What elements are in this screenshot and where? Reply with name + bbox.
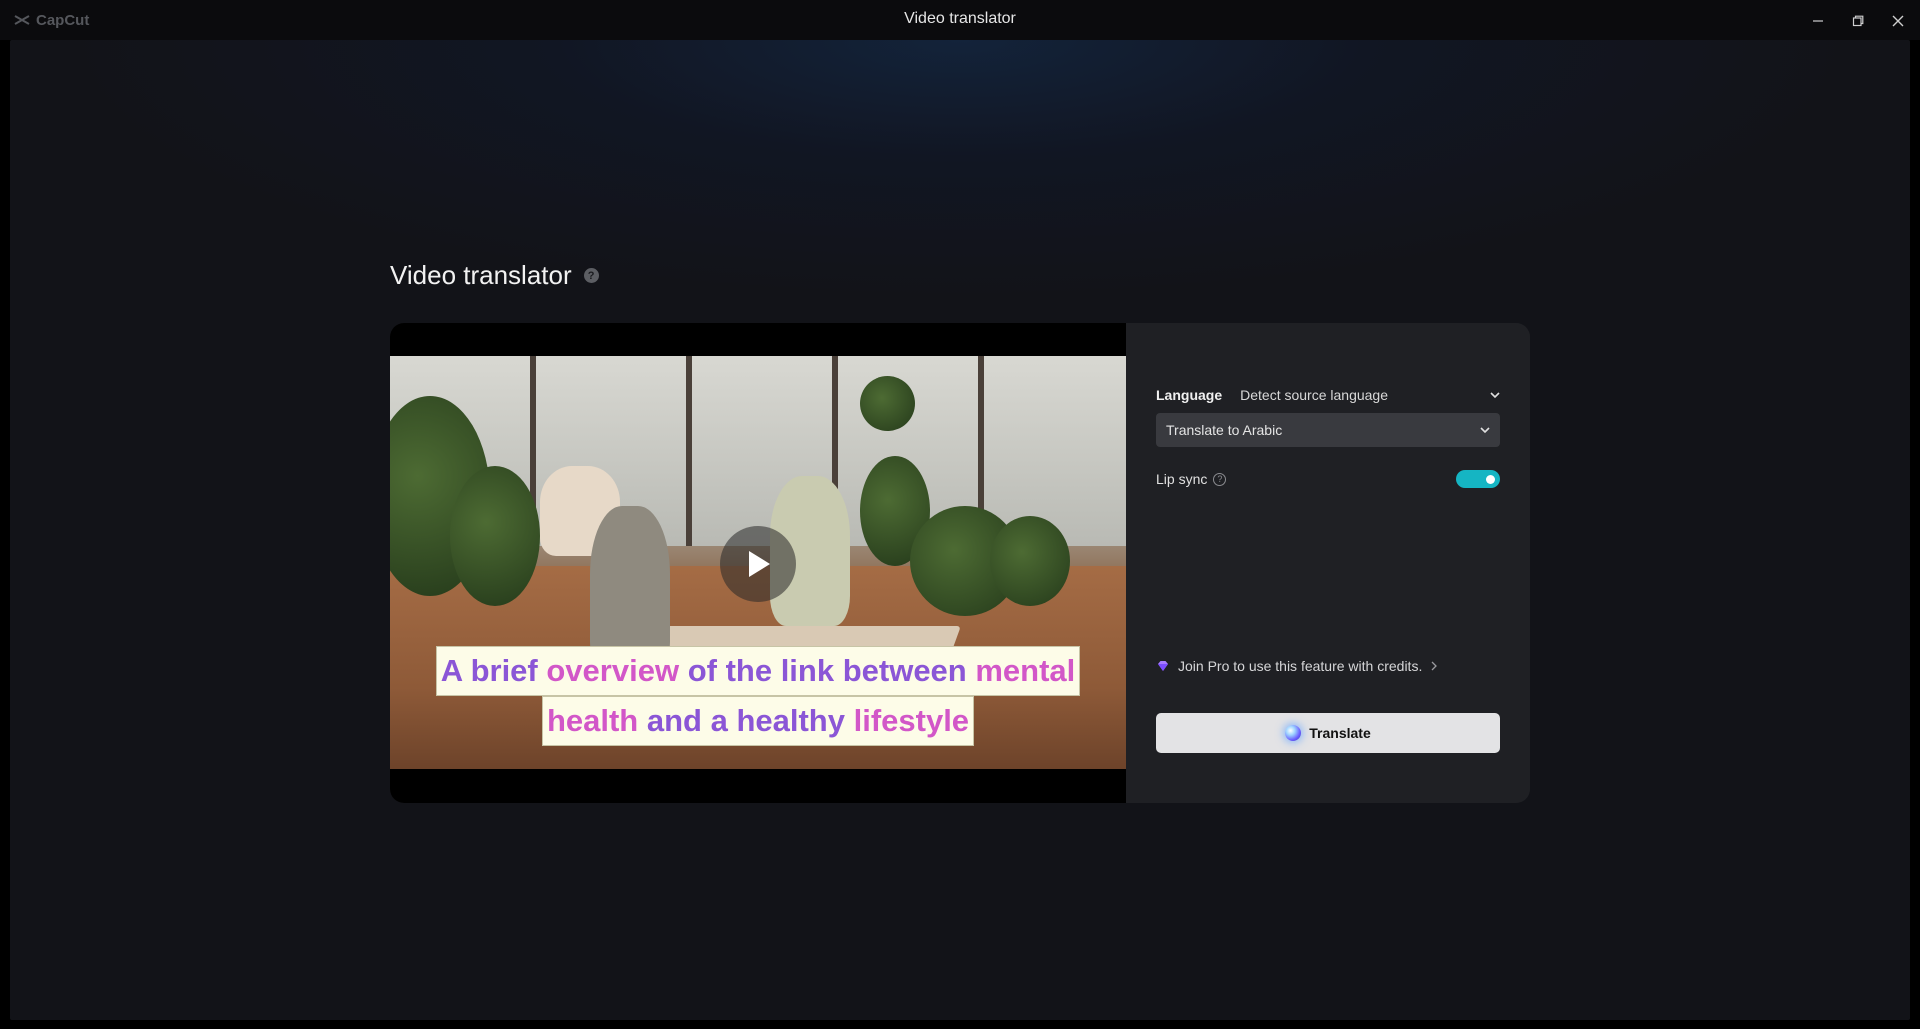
maximize-button[interactable]: [1845, 8, 1871, 34]
caption-word: mental: [975, 653, 1076, 688]
lip-sync-label: Lip sync: [1156, 471, 1208, 487]
language-row: Language Detect source language: [1156, 383, 1500, 407]
caption-line-1: A brief overview of the link between men…: [435, 646, 1081, 696]
maximize-icon: [1852, 15, 1864, 27]
target-language-value: Translate to Arabic: [1166, 422, 1283, 438]
scene-plant: [860, 376, 915, 431]
scene-plant: [990, 516, 1070, 606]
play-button[interactable]: [720, 526, 796, 602]
caption-line-2: health and a healthy lifestyle: [541, 696, 975, 746]
page-title: Video translator: [390, 260, 572, 290]
help-icon[interactable]: ?: [583, 268, 599, 283]
play-icon: [749, 551, 770, 577]
target-language-select[interactable]: Translate to Arabic: [1156, 413, 1500, 447]
caption-word: lifestyle: [853, 703, 970, 738]
close-button[interactable]: [1885, 8, 1911, 34]
caption-word: of the link between: [687, 653, 967, 688]
join-pro-text: Join Pro to use this feature with credit…: [1178, 658, 1423, 674]
video-thumbnail: A brief overview of the link between men…: [390, 356, 1126, 769]
chevron-right-icon: [1431, 661, 1438, 671]
ai-orb-icon: [1285, 725, 1302, 741]
settings-panel: Language Detect source language Translat…: [1126, 323, 1530, 803]
close-icon: [1892, 15, 1904, 27]
lip-sync-toggle[interactable]: [1456, 470, 1500, 488]
gem-icon: [1158, 661, 1168, 671]
minimize-button[interactable]: [1805, 8, 1831, 34]
caption-word: A brief: [440, 653, 538, 688]
source-language-select[interactable]: Detect source language: [1240, 387, 1490, 403]
page-header: Video translator ?: [390, 260, 599, 291]
info-icon[interactable]: ?: [1213, 472, 1227, 486]
translator-card: A brief overview of the link between men…: [390, 323, 1530, 803]
video-caption: A brief overview of the link between men…: [390, 646, 1126, 746]
lip-sync-row: Lip sync ?: [1156, 468, 1500, 490]
video-preview-panel: A brief overview of the link between men…: [390, 323, 1126, 803]
caption-word: health: [546, 703, 639, 738]
minimize-icon: [1813, 20, 1823, 22]
chevron-down-icon[interactable]: [1490, 391, 1500, 399]
caption-word: and a healthy: [646, 703, 845, 738]
title-bar: CapCut Video translator: [0, 0, 1920, 40]
translate-button[interactable]: Translate: [1156, 713, 1500, 753]
caption-word: overview: [546, 653, 680, 688]
scene-plant: [450, 466, 540, 606]
translate-button-label: Translate: [1309, 725, 1371, 741]
window-title: Video translator: [904, 10, 1016, 27]
chevron-down-icon: [1480, 427, 1490, 434]
language-label: Language: [1156, 387, 1223, 403]
scene-window: [984, 356, 1126, 546]
join-pro-link[interactable]: Join Pro to use this feature with credit…: [1156, 656, 1438, 676]
